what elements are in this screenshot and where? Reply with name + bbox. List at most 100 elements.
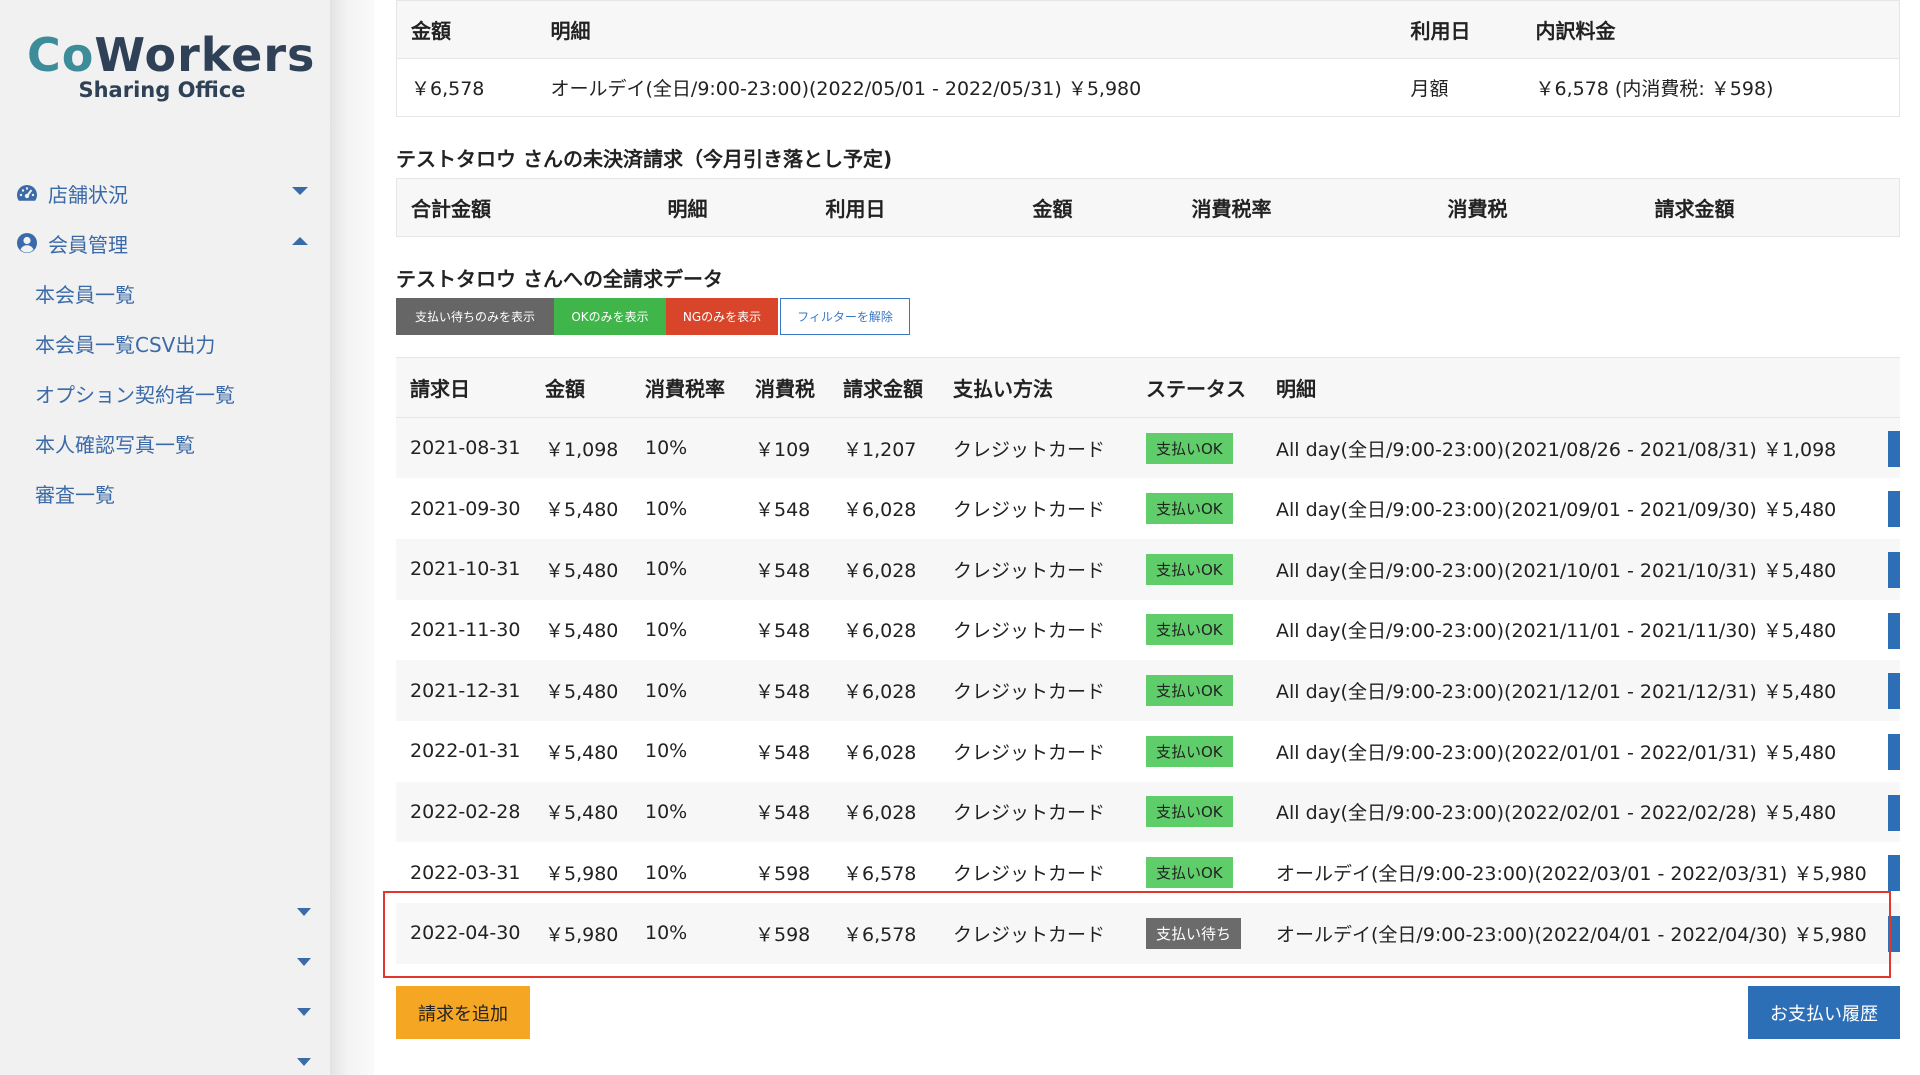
chevron-down-icon[interactable] <box>297 958 311 966</box>
table-row: 2021-10-31 ￥5,480 10% ￥548 ￥6,028 クレジットカード 支払い… <box>396 538 1900 600</box>
table-cell: ￥5,480 <box>531 781 631 843</box>
column-header: 金額 <box>531 357 631 418</box>
table-cell: All day(全日/9:00-23:00)(2021/09/01 - 2021… <box>1276 499 1837 522</box>
table-cell: ￥548 <box>741 538 829 600</box>
row-action-button[interactable] <box>1888 491 1900 528</box>
sidebar-item-member-management[interactable]: 会員管理 <box>0 218 330 268</box>
table-cell: ￥6,578 (内消費税: ￥598) <box>1535 78 1774 100</box>
sidebar-subitem-option-contracts[interactable]: オプション契約者一覧 <box>0 368 330 418</box>
table-header-row: 請求日 金額 消費税率 消費税 請求金額 支払い方法 ステータス 明細 <box>396 357 1900 418</box>
table-cell: 2021-11-30 <box>410 618 521 641</box>
table-row: 2022-01-31 ￥5,480 10% ￥548 ￥6,028 クレジットカード 支払い… <box>396 721 1900 782</box>
table-cell: クレジットカード <box>939 417 1132 479</box>
clear-filter-button[interactable]: フィルターを解除 <box>780 298 910 335</box>
sidebar-item-store-status[interactable]: 店舗状況 <box>0 168 330 218</box>
table-cell: All day(全日/9:00-23:00)(2022/02/01 - 2022… <box>1262 781 1888 843</box>
table-cell: ￥1,098 <box>531 417 631 479</box>
row-action-cell <box>1888 600 1900 661</box>
status-cell: 支払いOK <box>1132 417 1262 479</box>
column-header: 金額 <box>396 0 537 59</box>
table-row: 2021-12-31 ￥5,480 10% ￥548 ￥6,028 クレジットカード 支払い… <box>396 660 1900 721</box>
status-badge: 支払いOK <box>1146 857 1233 889</box>
column-header: 利用日 <box>1396 0 1522 59</box>
table-cell: 10% <box>631 781 741 843</box>
status-cell: 支払いOK <box>1132 660 1262 721</box>
unpaid-table: 合計金額 明細 利用日 金額 消費税率 消費税 請求金額 <box>396 178 1900 237</box>
sidebar-subitem-members[interactable]: 本会員一覧 <box>0 268 330 318</box>
row-action-button[interactable] <box>1888 794 1900 831</box>
payment-history-button[interactable]: お支払い履歴 <box>1748 986 1900 1039</box>
table-row: 2021-08-31 ￥1,098 10% ￥109 ￥1,207 クレジットカード 支払い… <box>396 417 1900 479</box>
status-cell: 支払いOK <box>1132 721 1262 782</box>
table-cell: 月額 <box>1410 78 1449 100</box>
status-badge: 支払いOK <box>1146 432 1233 464</box>
logo-co: Co <box>27 28 95 82</box>
filter-bar: 支払い待ちのみを表示 OKのみを表示 NGのみを表示 フィルターを解除 <box>396 298 910 335</box>
sidebar-nav: 店舗状況 会員管理 本会員一覧 本会員一覧CSV出力 オプション契約者一覧 本人… <box>0 168 330 518</box>
column-header: 明細 <box>536 0 1397 59</box>
filter-ng-button[interactable]: NGのみを表示 <box>666 298 778 335</box>
logo[interactable]: CoWorkers Sharing Office <box>27 28 314 102</box>
table-cell: クレジットカード <box>939 538 1132 600</box>
table-cell: ￥6,028 <box>829 538 939 600</box>
row-action-button[interactable] <box>1888 916 1900 952</box>
billing-table: 請求日 金額 消費税率 消費税 請求金額 支払い方法 ステータス 明細 2021… <box>396 357 1900 964</box>
sidebar-subitem-id-photos[interactable]: 本人確認写真一覧 <box>0 418 330 468</box>
status-badge: 支払いOK <box>1146 614 1233 646</box>
row-action-button[interactable] <box>1888 673 1900 710</box>
chevron-down-icon[interactable] <box>297 908 311 916</box>
table-cell: ￥548 <box>755 741 811 764</box>
table-cell: ￥109 <box>741 417 829 479</box>
chevron-down-icon <box>292 187 308 195</box>
table-cell: 2021-10-31 <box>396 538 531 600</box>
row-action-button[interactable] <box>1888 612 1900 649</box>
add-billing-button[interactable]: 請求を追加 <box>396 986 530 1039</box>
filter-waiting-button[interactable]: 支払い待ちのみを表示 <box>396 298 554 335</box>
column-header-edge <box>1888 357 1900 418</box>
chevron-down-icon[interactable] <box>297 1008 311 1016</box>
column-header: 請求金額 <box>829 357 939 418</box>
chevron-down-icon[interactable] <box>297 1058 311 1066</box>
column-header: 明細 <box>1262 357 1888 418</box>
table-cell: クレジットカード <box>953 863 1106 886</box>
table-cell: ￥6,028 <box>843 741 917 764</box>
logo-workers: Workers <box>94 28 316 82</box>
table-cell: ￥548 <box>741 781 829 843</box>
table-cell: ￥6,578 <box>843 863 917 886</box>
sidebar-subitem-reviews[interactable]: 審査一覧 <box>0 468 330 518</box>
table-cell: 2022-01-31 <box>410 740 521 763</box>
row-action-cell <box>1888 478 1900 539</box>
row-action-button[interactable] <box>1888 431 1900 467</box>
table-cell: クレジットカード <box>953 499 1106 522</box>
status-badge: 支払いOK <box>1146 735 1233 767</box>
table-cell: ￥6,578 <box>829 903 939 964</box>
table-cell: ￥6,028 <box>829 660 939 721</box>
table-cell: ￥598 <box>755 863 811 886</box>
sidebar-subitem-members-csv[interactable]: 本会員一覧CSV出力 <box>0 318 330 368</box>
row-action-cell <box>1888 660 1900 721</box>
table-cell: ￥6,028 <box>829 781 939 843</box>
status-badge: 支払いOK <box>1146 675 1233 707</box>
column-header: 金額 <box>1032 197 1073 221</box>
table-cell: 2022-04-30 <box>396 903 531 964</box>
table-cell: 2021-08-31 <box>396 417 531 479</box>
row-action-button[interactable] <box>1888 551 1900 588</box>
table-header-row: 合計金額 明細 利用日 金額 消費税率 消費税 請求金額 <box>397 179 1900 237</box>
row-action-cell <box>1888 781 1900 843</box>
table-cell: 10% <box>631 417 741 479</box>
row-action-cell <box>1888 538 1900 600</box>
table-cell: All day(全日/9:00-23:00)(2021/10/01 - 2021… <box>1262 538 1888 600</box>
column-header: ステータス <box>1132 357 1262 418</box>
row-action-cell <box>1888 721 1900 782</box>
billing-rows: 2021-08-31 ￥1,098 10% ￥109 ￥1,207 クレジットカード 支払い… <box>396 417 1900 964</box>
row-action-button[interactable] <box>1888 855 1900 892</box>
status-cell: 支払い待ち <box>1132 903 1262 964</box>
row-action-button[interactable] <box>1888 733 1900 770</box>
table-cell: All day(全日/9:00-23:00)(2021/12/01 - 2021… <box>1262 660 1888 721</box>
dashboard-icon <box>16 182 38 204</box>
table-header-row: 金額 明細 利用日 内訳料金 <box>396 0 1900 59</box>
column-header: 支払い方法 <box>939 357 1132 418</box>
table-cell: All day(全日/9:00-23:00)(2022/01/01 - 2022… <box>1276 741 1837 764</box>
contract-table: 金額 明細 利用日 内訳料金 ￥6,578 オールデイ(全日/9:00-23:0… <box>396 0 1900 117</box>
filter-ok-button[interactable]: OKのみを表示 <box>554 298 666 335</box>
